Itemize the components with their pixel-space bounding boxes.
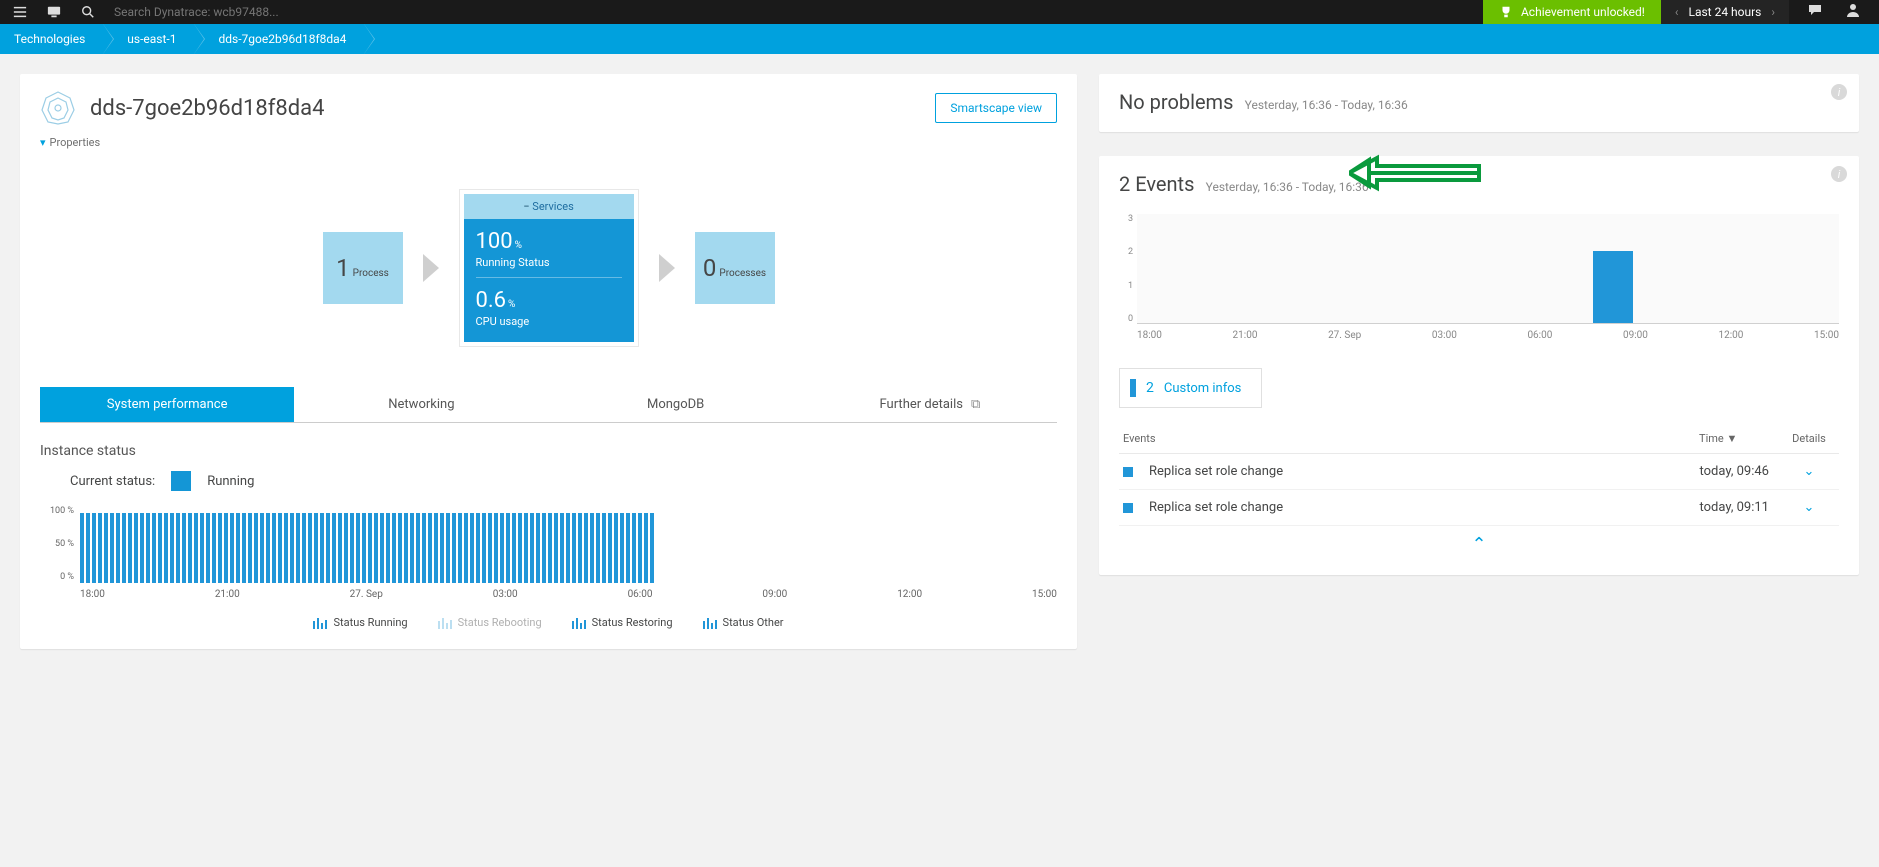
legend-other[interactable]: Status Other bbox=[703, 616, 784, 629]
event-marker-icon bbox=[1123, 503, 1133, 513]
achievement-text: Achievement unlocked! bbox=[1521, 5, 1645, 19]
crumb-entity[interactable]: dds-7goe2b96d18f8da4 bbox=[194, 24, 364, 54]
event-marker-icon bbox=[1123, 467, 1133, 477]
filter-bar-icon bbox=[1130, 379, 1136, 397]
info-icon[interactable]: i bbox=[1831, 84, 1847, 100]
tab-system-performance[interactable]: System performance bbox=[40, 387, 294, 422]
current-status-value: Running bbox=[207, 474, 254, 489]
chat-icon[interactable] bbox=[1807, 2, 1823, 22]
instance-status-title: Instance status bbox=[40, 443, 1057, 459]
chevron-left-icon[interactable]: ‹ bbox=[1675, 5, 1679, 19]
sort-time[interactable]: Time ▼ bbox=[1699, 432, 1779, 445]
tab-mongodb[interactable]: MongoDB bbox=[549, 387, 803, 422]
events-chart: 32 10 18:0021:00 27. Sep03:00 06:0009:00… bbox=[1119, 214, 1839, 354]
status-swatch bbox=[171, 471, 191, 491]
process-box-right[interactable]: 0Processes bbox=[695, 232, 775, 304]
user-icon[interactable] bbox=[1845, 2, 1861, 22]
breadcrumb: Technologies us-east-1 dds-7goe2b96d18f8… bbox=[0, 24, 1879, 54]
flow-arrow-icon bbox=[659, 254, 675, 282]
problems-range: Yesterday, 16:36 - Today, 16:36 bbox=[1245, 98, 1408, 112]
tab-further-details[interactable]: Further details⧉ bbox=[803, 387, 1057, 422]
custom-infos-filter[interactable]: 2 Custom infos bbox=[1119, 368, 1262, 408]
achievement-banner[interactable]: Achievement unlocked! bbox=[1483, 0, 1661, 24]
monitor-icon[interactable] bbox=[46, 4, 62, 20]
process-box-left[interactable]: 1Process bbox=[323, 232, 403, 304]
chevron-right-icon[interactable]: › bbox=[1771, 5, 1775, 19]
chevron-down-icon: ▾ bbox=[40, 136, 46, 149]
collapse-events-icon[interactable]: ⌃ bbox=[1119, 526, 1839, 555]
metric-tabs: System performance Networking MongoDB Fu… bbox=[40, 387, 1057, 423]
tech-logo-icon bbox=[40, 90, 76, 126]
current-status-label: Current status: bbox=[70, 474, 155, 489]
problems-card: i No problems Yesterday, 16:36 - Today, … bbox=[1099, 74, 1859, 132]
event-row: Replica set role change today, 09:46 ⌄ bbox=[1119, 454, 1839, 490]
smartscape-button[interactable]: Smartscape view bbox=[935, 93, 1057, 123]
expand-row-icon[interactable]: ⌄ bbox=[1779, 500, 1839, 515]
entity-detail-card: dds-7goe2b96d18f8da4 Smartscape view ▾ P… bbox=[20, 74, 1077, 649]
external-link-icon: ⧉ bbox=[971, 397, 980, 412]
instance-status-chart: 100 % 50 % 0 % 18:0021:00 27. Sep03:00 0… bbox=[40, 513, 1057, 600]
properties-toggle[interactable]: ▾ Properties bbox=[40, 136, 1057, 149]
legend-running[interactable]: Status Running bbox=[313, 616, 407, 629]
events-range: Yesterday, 16:36 - Today, 16:36 bbox=[1206, 180, 1369, 194]
topology-flow: 1Process − Services 100% Running Status … bbox=[40, 189, 1057, 347]
topbar: Achievement unlocked! ‹ Last 24 hours › bbox=[0, 0, 1879, 24]
event-row: Replica set role change today, 09:11 ⌄ bbox=[1119, 490, 1839, 526]
events-title: 2 Events bbox=[1119, 172, 1194, 196]
crumb-technologies[interactable]: Technologies bbox=[0, 24, 103, 54]
legend-rebooting[interactable]: Status Rebooting bbox=[438, 616, 542, 629]
expand-row-icon[interactable]: ⌄ bbox=[1779, 464, 1839, 479]
events-card: i 2 Events Yesterday, 16:36 - Today, 16:… bbox=[1099, 156, 1859, 575]
tab-networking[interactable]: Networking bbox=[294, 387, 548, 422]
host-metrics-box[interactable]: − Services 100% Running Status 0.6% CPU … bbox=[459, 189, 639, 347]
search-input[interactable] bbox=[114, 5, 374, 19]
flow-arrow-icon bbox=[423, 254, 439, 282]
page-title: dds-7goe2b96d18f8da4 bbox=[90, 96, 921, 121]
crumb-region[interactable]: us-east-1 bbox=[103, 24, 194, 54]
timeframe-picker[interactable]: ‹ Last 24 hours › bbox=[1661, 0, 1789, 24]
info-icon[interactable]: i bbox=[1831, 166, 1847, 182]
annotation-arrow-icon bbox=[1349, 148, 1489, 198]
timeframe-label: Last 24 hours bbox=[1689, 5, 1762, 19]
search-icon[interactable] bbox=[80, 4, 96, 20]
events-table-head: Events Time ▼ Details bbox=[1119, 424, 1839, 454]
event-bar bbox=[1593, 251, 1633, 323]
menu-icon[interactable] bbox=[12, 4, 28, 20]
problems-title: No problems bbox=[1119, 90, 1233, 114]
status-legend: Status Running Status Rebooting Status R… bbox=[40, 616, 1057, 629]
legend-restoring[interactable]: Status Restoring bbox=[572, 616, 673, 629]
